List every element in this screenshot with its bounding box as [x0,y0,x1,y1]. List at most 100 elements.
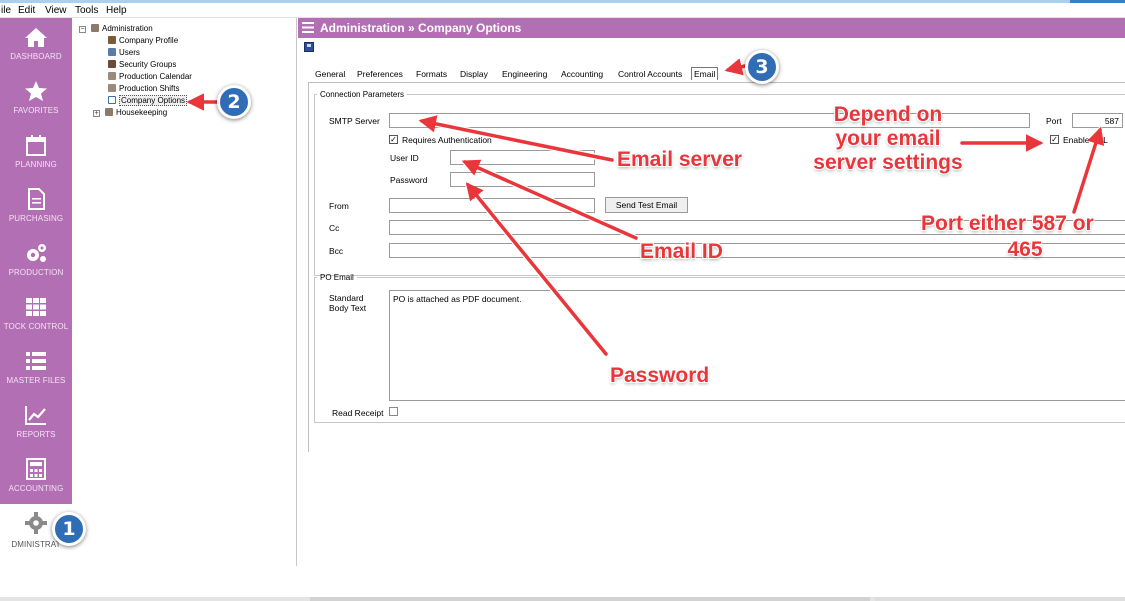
sidebar-item-label: PLANNING [15,160,57,169]
sidebar-item-favorites[interactable]: FAVORITES [0,72,72,126]
standard-body-text-area[interactable]: PO is attached as PDF document. [389,290,1125,401]
tab-formats[interactable]: Formats [414,68,449,80]
tree-node-company-options[interactable]: Company Options [108,95,188,106]
user-id-input[interactable] [450,150,595,165]
sidebar-item-production[interactable]: PRODUCTION [0,234,72,288]
send-test-email-button[interactable]: Send Test Email [605,197,688,213]
calendar-icon [26,135,46,156]
po-email-legend: PO Email [320,273,354,282]
port-input[interactable]: 587 [1072,113,1123,128]
password-label: Password [390,175,428,185]
callout-depend-line2: your email [835,127,941,150]
tree-node-users[interactable]: Users [108,48,140,57]
star-icon [25,81,47,101]
menu-file[interactable]: ile [1,5,11,16]
callout-port-line1: Port either 587 or [921,212,1094,235]
sidebar: DASHBOARD FAVORITES PLANNING PURCHASING … [0,18,72,566]
menu-help[interactable]: Help [106,5,127,16]
tab-email[interactable]: Email [691,67,719,80]
group-icon [91,24,99,32]
tree-node-administration[interactable]: Administration [91,24,153,33]
tab-preferences[interactable]: Preferences [355,68,405,80]
sidebar-item-label: ACCOUNTING [8,484,64,493]
menu-view[interactable]: View [45,5,67,16]
enable-ssl-checkbox[interactable]: ✓ [1050,135,1059,144]
tree-node-production-calendar[interactable]: Production Calendar [108,72,192,81]
password-input[interactable] [450,172,595,187]
from-label: From [329,201,349,211]
taskbar-segment [875,597,1125,601]
expand-housekeeping-icon[interactable]: + [93,110,100,117]
group-icon [108,60,116,68]
calculator-icon [26,458,46,480]
menu-icon[interactable] [302,22,314,33]
standard-body-text-label-line2: Body Text [329,303,367,313]
standard-body-text-label-line1: Standard [329,293,364,303]
sidebar-item-label: REPORTS [16,430,56,439]
calendar-icon [108,72,116,80]
sidebar-item-label: TOCK CONTROL [3,322,69,331]
requires-authentication-label: Requires Authentication [402,135,492,145]
callout-password: Password [610,364,710,387]
menu-bar: ile Edit View Tools Help [0,3,1125,18]
tab-engineering[interactable]: Engineering [500,68,549,80]
sidebar-item-accounting[interactable]: ACCOUNTING [0,450,72,504]
page-header: Administration » Company Options [298,18,1125,38]
tab-accounting[interactable]: Accounting [559,68,605,80]
gear-icon [25,512,47,534]
sidebar-item-planning[interactable]: PLANNING [0,126,72,180]
step-badge-3: 3 [745,50,779,84]
step-badge-2: 2 [217,85,251,119]
tree-node-housekeeping[interactable]: Housekeeping [105,108,167,117]
connection-parameters-legend: Connection Parameters [320,90,405,99]
requires-authentication-checkbox[interactable]: ✓ [389,135,398,144]
tab-display[interactable]: Display [458,68,490,80]
smtp-server-label: SMTP Server [329,116,380,126]
grid-icon [26,298,46,316]
menu-tools[interactable]: Tools [75,5,98,16]
port-label: Port [1046,116,1062,126]
sidebar-item-label: FAVORITES [13,106,59,115]
tree-node-production-shifts[interactable]: Production Shifts [108,84,179,93]
menu-edit[interactable]: Edit [18,5,35,16]
save-icon[interactable] [304,42,314,52]
profile-icon [108,36,116,44]
step-badge-1: 1 [52,512,86,546]
callout-email-id: Email ID [640,240,723,263]
sidebar-item-master-files[interactable]: MASTER FILES [0,342,72,396]
group-icon [105,108,113,116]
callout-email-server: Email server [617,148,742,171]
options-icon [108,96,116,104]
read-receipt-label: Read Receipt [332,408,384,418]
enable-ssl-label: Enable SSL [1063,135,1108,145]
list-icon [26,352,46,370]
tree-node-security-groups[interactable]: Security Groups [108,60,176,69]
collapse-administration-icon[interactable]: − [79,26,86,33]
page-title: Administration » Company Options [320,21,522,35]
user-icon [108,48,116,56]
main-content: Administration » Company Options General… [298,18,1125,566]
sidebar-item-label: DASHBOARD [10,52,62,61]
sidebar-item-reports[interactable]: REPORTS [0,396,72,450]
from-input[interactable] [389,198,595,213]
sidebar-item-label: MASTER FILES [6,376,66,385]
tab-general[interactable]: General [313,68,347,80]
cc-label: Cc [329,223,340,233]
sidebar-item-dashboard[interactable]: DASHBOARD [0,18,72,72]
tab-control-accounts[interactable]: Control Accounts [616,68,684,80]
document-icon [28,188,45,210]
sidebar-item-label: PRODUCTION [8,268,64,277]
sidebar-item-purchasing[interactable]: PURCHASING [0,180,72,234]
home-icon [25,28,47,47]
callout-port-line2: 465 [1007,238,1043,261]
callout-depend-line3: server settings [813,151,963,174]
user-id-label: User ID [390,153,419,163]
read-receipt-checkbox[interactable] [389,407,398,416]
chart-icon [25,406,46,425]
bcc-label: Bcc [329,246,344,256]
taskbar-segment [310,597,870,601]
tree-node-company-profile[interactable]: Company Profile [108,36,178,45]
sidebar-item-stock-control[interactable]: TOCK CONTROL [0,288,72,342]
sidebar-item-label: PURCHASING [8,214,64,223]
shifts-icon [108,84,116,92]
